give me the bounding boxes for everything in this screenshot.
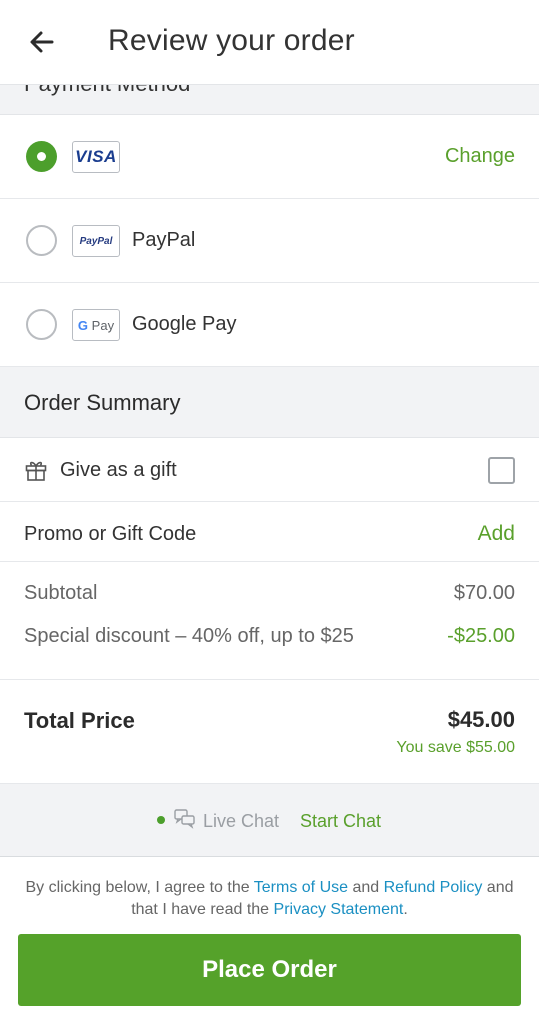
payment-method-heading: Payment Method bbox=[0, 85, 539, 115]
online-status-dot bbox=[157, 816, 165, 824]
discount-label: Special discount – 40% off, up to $25 bbox=[24, 625, 354, 647]
payment-option-visa[interactable]: VISA Change bbox=[0, 115, 539, 199]
page-title: Review your order bbox=[108, 24, 355, 57]
gift-label: Give as a gift bbox=[60, 459, 177, 481]
checkout-footer: By clicking below, I agree to the Terms … bbox=[0, 856, 539, 1024]
change-payment-link[interactable]: Change bbox=[445, 145, 515, 168]
payment-method-label: Payment Method bbox=[24, 85, 190, 97]
paypal-logo-icon: PayPal bbox=[72, 225, 120, 257]
savings-text: You save $55.00 bbox=[396, 739, 515, 756]
paypal-logo-text: PayPal bbox=[79, 235, 113, 247]
order-summary-heading: Order Summary bbox=[0, 367, 539, 438]
gift-icon bbox=[25, 461, 47, 481]
add-promo-link[interactable]: Add bbox=[478, 522, 515, 546]
discount-value: -$25.00 bbox=[447, 625, 515, 647]
google-pay-logo-icon: G Pay bbox=[72, 309, 120, 341]
price-breakdown: Subtotal $70.00 Special discount – 40% o… bbox=[0, 562, 539, 680]
live-chat-bar: Live Chat Start Chat bbox=[0, 784, 539, 856]
subtotal-value: $70.00 bbox=[453, 582, 515, 604]
chat-bubbles-icon bbox=[174, 809, 195, 829]
radio-unselected[interactable] bbox=[26, 225, 57, 256]
google-pay-logo-word: Pay bbox=[91, 317, 115, 333]
legal-and: and bbox=[348, 879, 384, 896]
place-order-button[interactable]: Place Order bbox=[18, 934, 521, 1006]
live-chat-label: Live Chat bbox=[203, 811, 280, 831]
total-value: $45.00 bbox=[447, 707, 515, 732]
google-g-letter: G bbox=[77, 317, 89, 333]
total-row: Total Price $45.00 You save $55.00 bbox=[0, 680, 539, 784]
app-header: Review your order bbox=[0, 0, 539, 85]
promo-row[interactable]: Promo or Gift Code Add bbox=[0, 502, 539, 562]
payment-option-paypal[interactable]: PayPal PayPal bbox=[0, 199, 539, 283]
privacy-statement-link[interactable]: Privacy Statement bbox=[274, 901, 404, 918]
gift-checkbox[interactable] bbox=[488, 457, 515, 484]
google-pay-logo-text: G Pay bbox=[78, 318, 114, 333]
visa-logo-text: VISA bbox=[75, 147, 117, 166]
legal-prefix: By clicking below, I agree to the bbox=[25, 879, 254, 896]
paypal-label: PayPal bbox=[132, 229, 196, 251]
start-chat-link[interactable]: Start Chat bbox=[300, 811, 381, 832]
total-label: Total Price bbox=[24, 708, 135, 733]
radio-selected[interactable] bbox=[26, 141, 57, 172]
refund-policy-link[interactable]: Refund Policy bbox=[384, 879, 483, 896]
order-summary-title: Order Summary bbox=[24, 390, 181, 415]
subtotal-label: Subtotal bbox=[24, 582, 98, 604]
google-pay-label: Google Pay bbox=[132, 313, 237, 335]
back-arrow-icon[interactable] bbox=[26, 26, 58, 58]
payment-option-google-pay[interactable]: G Pay Google Pay bbox=[0, 283, 539, 367]
gift-row[interactable]: Give as a gift bbox=[0, 438, 539, 502]
radio-unselected[interactable] bbox=[26, 309, 57, 340]
terms-of-use-link[interactable]: Terms of Use bbox=[254, 879, 348, 896]
visa-logo-icon: VISA bbox=[72, 141, 120, 173]
legal-notice: By clicking below, I agree to the Terms … bbox=[20, 877, 519, 921]
legal-period: . bbox=[403, 901, 408, 918]
promo-label: Promo or Gift Code bbox=[24, 523, 197, 545]
